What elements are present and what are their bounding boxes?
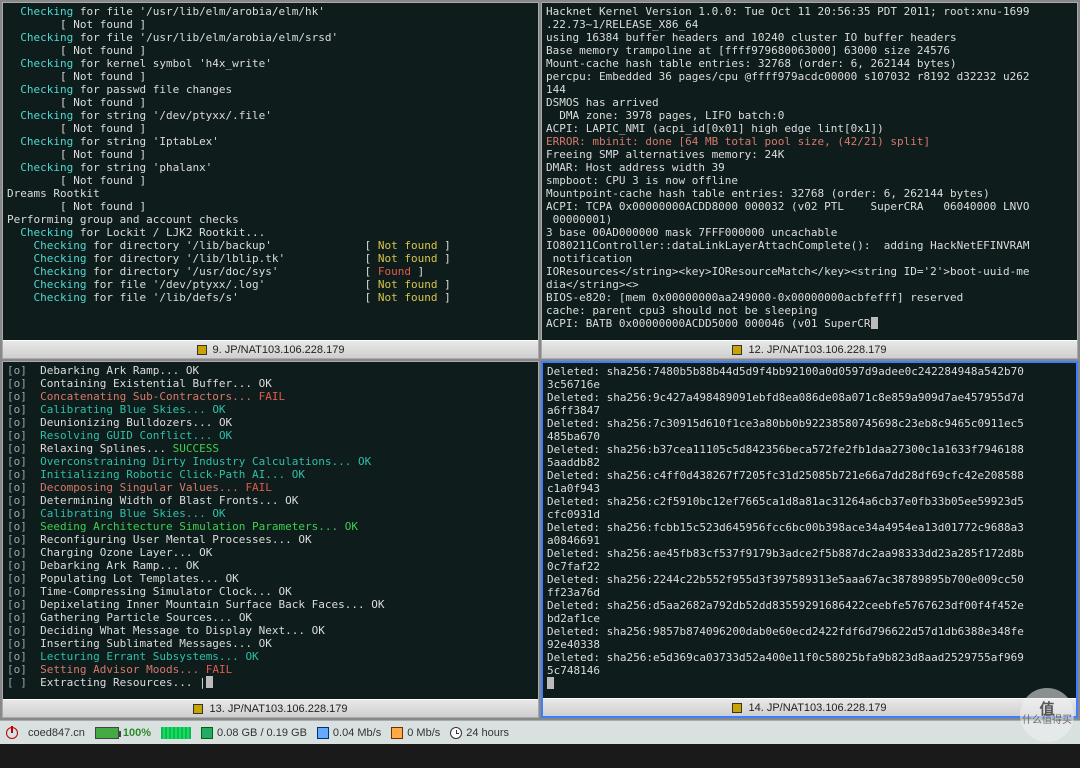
terminal-output-3: [o] Debarking Ark Ramp... OK[o] Containi… <box>3 362 538 699</box>
clock-icon <box>450 727 462 739</box>
net-up-widget[interactable]: 0 Mb/s <box>391 727 440 739</box>
pane-title-text: 9. JP/NAT103.106.228.179 <box>213 344 345 356</box>
ram-text: 0.08 GB / 0.19 GB <box>217 727 307 739</box>
terminal-output-2: Hacknet Kernel Version 1.0.0: Tue Oct 11… <box>542 3 1077 340</box>
download-icon <box>317 727 329 739</box>
net-down-text: 0.04 Mb/s <box>333 727 381 739</box>
pane-title-text: 13. JP/NAT103.106.228.179 <box>209 703 347 715</box>
taskbar[interactable]: coed847.cn 100% 0.08 GB / 0.19 GB 0.04 M… <box>0 720 1080 744</box>
power-icon[interactable] <box>6 727 18 739</box>
net-up-text: 0 Mb/s <box>407 727 440 739</box>
pane-title-3[interactable]: 13. JP/NAT103.106.228.179 <box>3 699 538 717</box>
terminal-icon <box>197 345 207 355</box>
pane-title-2[interactable]: 12. JP/NAT103.106.228.179 <box>542 340 1077 358</box>
battery-icon <box>95 727 119 739</box>
uptime-text: 24 hours <box>466 727 509 739</box>
net-down-widget[interactable]: 0.04 Mb/s <box>317 727 381 739</box>
pane-title-1[interactable]: 9. JP/NAT103.106.228.179 <box>3 340 538 358</box>
battery-pct: 100% <box>123 727 151 739</box>
terminal-icon <box>732 703 742 713</box>
uptime-widget[interactable]: 24 hours <box>450 727 509 739</box>
terminal-pane-1[interactable]: Checking for file '/usr/lib/elm/arobia/e… <box>2 2 539 359</box>
terminal-icon <box>732 345 742 355</box>
terminal-icon <box>193 704 203 714</box>
hostname: coed847.cn <box>28 727 85 739</box>
cpu-graph-icon <box>161 727 191 739</box>
terminal-output-1: Checking for file '/usr/lib/elm/arobia/e… <box>3 3 538 340</box>
ram-icon <box>201 727 213 739</box>
pane-title-4[interactable]: 14. JP/NAT103.106.228.179 <box>543 698 1076 716</box>
upload-icon <box>391 727 403 739</box>
battery-widget[interactable]: 100% <box>95 727 151 739</box>
terminal-pane-2[interactable]: Hacknet Kernel Version 1.0.0: Tue Oct 11… <box>541 2 1078 359</box>
pane-title-text: 12. JP/NAT103.106.228.179 <box>748 344 886 356</box>
terminal-pane-4[interactable]: Deleted: sha256:7480b5b88b44d5d9f4bb9210… <box>541 361 1078 718</box>
ram-widget[interactable]: 0.08 GB / 0.19 GB <box>201 727 307 739</box>
terminal-pane-3[interactable]: [o] Debarking Ark Ramp... OK[o] Containi… <box>2 361 539 718</box>
terminal-output-4: Deleted: sha256:7480b5b88b44d5d9f4bb9210… <box>543 363 1076 698</box>
pane-title-text: 14. JP/NAT103.106.228.179 <box>748 702 886 714</box>
